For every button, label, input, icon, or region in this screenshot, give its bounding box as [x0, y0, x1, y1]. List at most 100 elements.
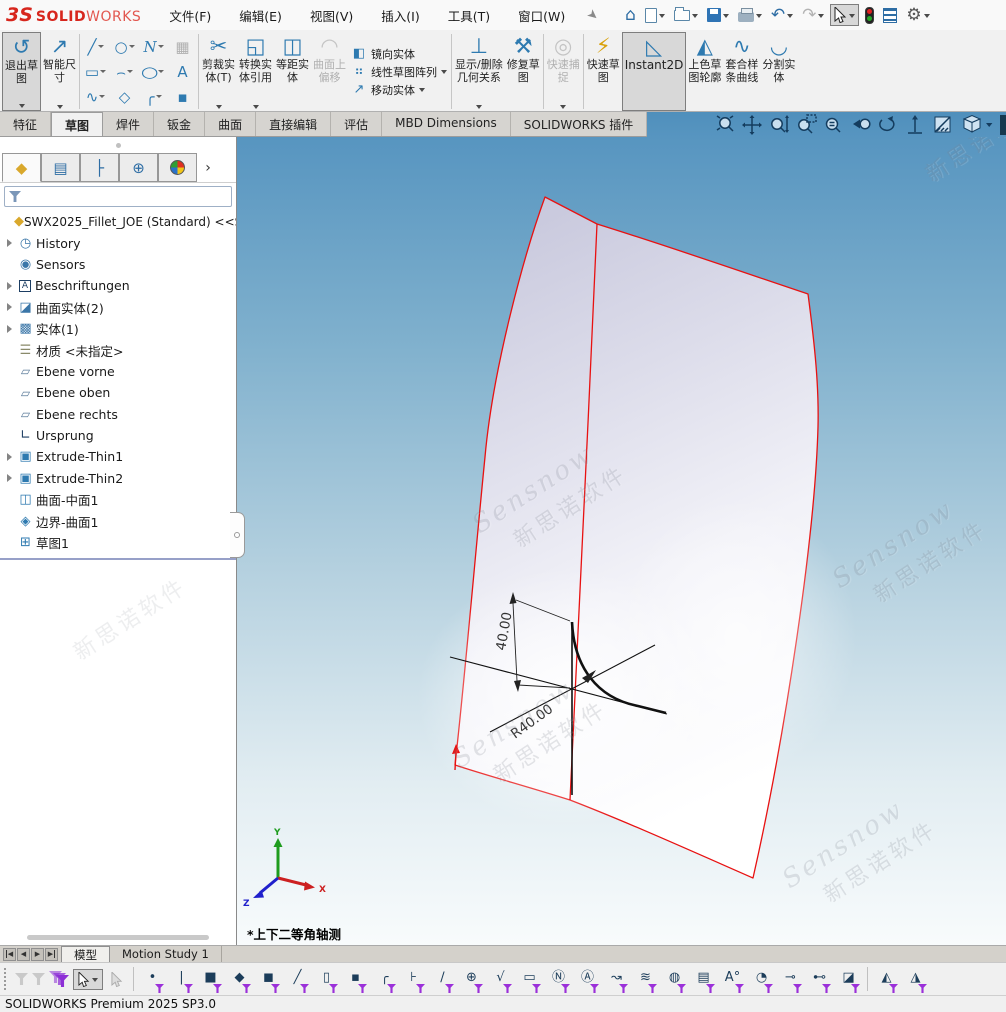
all-filters-icon[interactable]: [49, 971, 69, 987]
point-tool[interactable]: ▪: [177, 88, 187, 106]
expand-arrow-icon[interactable]: [0, 453, 15, 461]
tab-direct-editing[interactable]: 直接编辑: [256, 112, 331, 136]
tree-item-sketch1[interactable]: ⊞草图1: [0, 532, 236, 553]
filter-sketch-segment-icon[interactable]: ⊦: [401, 967, 426, 991]
filter-decal-icon[interactable]: ◪: [836, 967, 861, 991]
filter-light-icon[interactable]: ◭: [874, 967, 899, 991]
tab-mbd-dimensions[interactable]: MBD Dimensions: [382, 112, 511, 136]
menu-edit[interactable]: 编辑(E): [225, 2, 296, 29]
exit-sketch-button[interactable]: ↺ 退出草 图: [2, 32, 41, 111]
tab-weldments[interactable]: 焊件: [103, 112, 154, 136]
sketch-grid-tool[interactable]: ▦: [175, 38, 189, 56]
fit-spline-button[interactable]: ∿ 套合样 条曲线: [723, 32, 760, 111]
clipped-toolbar-icon[interactable]: [1000, 115, 1006, 135]
menu-view[interactable]: 视图(V): [296, 2, 367, 29]
menu-window[interactable]: 窗口(W): [504, 2, 579, 29]
trim-entities-button[interactable]: ✂ 剪裁实 体(T): [200, 32, 237, 111]
filter-edge-icon[interactable]: |: [169, 967, 194, 991]
tab-dimxpertmanager[interactable]: ⊕: [119, 153, 158, 182]
menu-file[interactable]: 文件(F): [155, 2, 225, 29]
pan-icon[interactable]: [742, 115, 762, 135]
print-button[interactable]: [735, 6, 765, 24]
instant2d-button[interactable]: ◺ Instant2D: [622, 32, 687, 111]
convert-entities-button[interactable]: ◱ 转换实 体引用: [237, 32, 274, 111]
quick-snaps-button[interactable]: ◎ 快速捕 捉: [545, 32, 582, 111]
split-entities-button[interactable]: ◡ 分割实 体: [760, 32, 797, 111]
filter-annotation-icon[interactable]: Ⓐ: [575, 967, 600, 991]
filter-plane-icon[interactable]: ▯: [314, 967, 339, 991]
filter-point-icon[interactable]: ▪: [343, 967, 368, 991]
filter-solid-body-icon[interactable]: ◼: [256, 967, 281, 991]
new-file-button[interactable]: [642, 6, 668, 25]
tree-item-material[interactable]: ☰材质 <未指定>: [0, 339, 236, 360]
tree-item-history[interactable]: ◷History: [0, 232, 236, 253]
shaded-sketch-contours-button[interactable]: ◭ 上色草 图轮廓: [686, 32, 723, 111]
save-button[interactable]: [704, 6, 732, 24]
filter-point-light-icon[interactable]: ◮: [903, 967, 928, 991]
model-scene[interactable]: 40.00 R40.00 Y X Z: [237, 137, 1006, 945]
menu-tools[interactable]: 工具(T): [434, 2, 504, 29]
expand-arrow-icon[interactable]: [0, 239, 15, 247]
prev-tab-button[interactable]: ◀: [17, 948, 30, 961]
menu-insert[interactable]: 插入(I): [367, 2, 433, 29]
tree-item-extrude-thin2[interactable]: ▣Extrude-Thin2: [0, 468, 236, 489]
open-file-button[interactable]: [671, 8, 701, 23]
rotate-view-icon[interactable]: [880, 116, 894, 130]
tree-item-boundary-surface[interactable]: ◈边界-曲面1: [0, 510, 236, 531]
panel-tabs-more-button[interactable]: ›: [197, 153, 219, 182]
zoom-to-selection-icon[interactable]: [827, 118, 841, 132]
view-normal-to-icon[interactable]: [908, 115, 922, 133]
graphics-viewport[interactable]: 40.00 R40.00 Y X Z: [237, 137, 1006, 945]
first-tab-button[interactable]: ◀: [3, 948, 16, 961]
tree-item-front-plane[interactable]: ▱Ebene vorne: [0, 361, 236, 382]
offset-on-surface-button[interactable]: ◠ 曲面上 偏移: [311, 32, 348, 111]
tree-root-part[interactable]: › ◆ SWX2025_Fillet_JOE (Standard) <<St: [0, 211, 236, 232]
tree-item-sensors[interactable]: ◉Sensors: [0, 254, 236, 275]
filter-sketch-icon[interactable]: ╱: [285, 967, 310, 991]
tab-sheet-metal[interactable]: 钣金: [154, 112, 205, 136]
next-tab-button[interactable]: ▶: [31, 948, 44, 961]
section-view-icon[interactable]: [935, 117, 950, 132]
zoom-area-icon[interactable]: [799, 115, 816, 133]
zoom-in-out-icon[interactable]: [772, 115, 789, 133]
offset-entities-button[interactable]: ◫ 等距实 体: [274, 32, 311, 111]
task-pane-button[interactable]: [880, 6, 900, 25]
sketch-fillet-tool[interactable]: ╭: [145, 88, 161, 106]
arc-tool[interactable]: ⌢: [116, 63, 133, 81]
filter-drawing-view-icon[interactable]: ▤: [691, 967, 716, 991]
tab-surfaces[interactable]: 曲面: [205, 112, 256, 136]
expand-arrow-icon[interactable]: [0, 282, 15, 290]
panel-collapse-handle[interactable]: [0, 137, 236, 153]
panel-splitter-handle[interactable]: [230, 512, 245, 558]
polygon-tool[interactable]: ◇: [119, 88, 131, 106]
home-button[interactable]: ⌂: [622, 5, 639, 26]
linear-pattern-button[interactable]: ⠶ 线性草图阵列: [351, 64, 447, 80]
filter-vertex-icon[interactable]: •: [140, 967, 165, 991]
motion-study-tab[interactable]: Motion Study 1: [110, 946, 222, 962]
tab-featuremanager[interactable]: ◆: [2, 153, 41, 182]
ellipse-tool[interactable]: ○: [143, 63, 163, 81]
tree-filter-box[interactable]: [4, 186, 232, 207]
filter-note-icon[interactable]: ▭: [517, 967, 542, 991]
mirror-entities-button[interactable]: ◧ 镜向实体: [351, 46, 447, 62]
tree-item-top-plane[interactable]: ▱Ebene oben: [0, 382, 236, 403]
filter-mate-a-icon[interactable]: ⊸: [778, 967, 803, 991]
spline-tool[interactable]: N: [143, 38, 163, 56]
display-delete-relations-button[interactable]: ⊥ 显示/删除 几何关系: [453, 32, 505, 111]
zoom-fit-icon[interactable]: [717, 116, 733, 131]
expand-arrow-icon[interactable]: [0, 303, 15, 311]
tab-evaluate[interactable]: 评估: [331, 112, 382, 136]
filter-section-icon[interactable]: ◔: [749, 967, 774, 991]
view-orientation-icon[interactable]: [964, 115, 992, 132]
filter-face-icon[interactable]: ■: [198, 967, 223, 991]
magnetic-select-button[interactable]: [107, 970, 127, 989]
expand-arrow-icon[interactable]: [0, 474, 15, 482]
tree-item-right-plane[interactable]: ▱Ebene rechts: [0, 404, 236, 425]
tab-features[interactable]: 特征: [0, 112, 51, 136]
tree-item-surface-bodies[interactable]: ◪曲面实体(2): [0, 297, 236, 318]
undo-button[interactable]: ↶: [768, 5, 796, 26]
filter-axis-icon[interactable]: ∕: [430, 967, 455, 991]
filter-sketch-fillet-icon[interactable]: ╭: [372, 967, 397, 991]
clear-filters-icon[interactable]: [32, 973, 45, 985]
panel-horizontal-scrollbar[interactable]: [27, 935, 209, 940]
